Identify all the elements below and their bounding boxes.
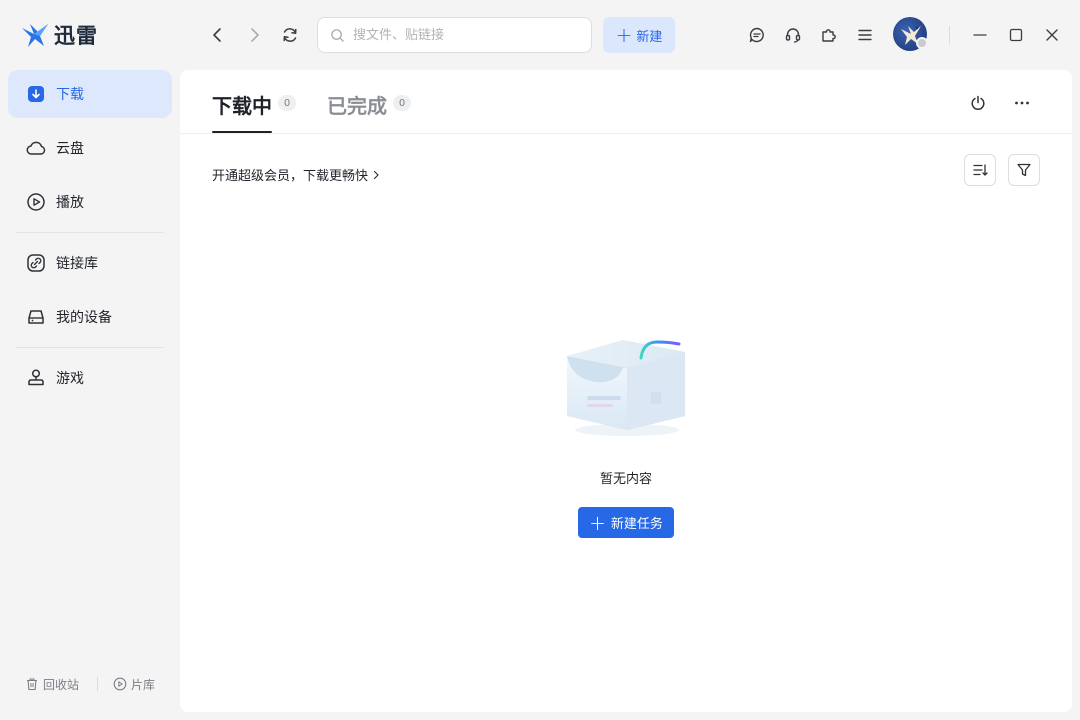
- power-button[interactable]: [967, 92, 989, 114]
- chevron-right-icon: [373, 170, 379, 179]
- top-bar: 迅雷 + 新建: [0, 0, 1080, 70]
- back-button[interactable]: [205, 22, 231, 48]
- tab-label: 下载中: [212, 94, 272, 118]
- tab-count-badge: 0: [278, 95, 296, 111]
- chevron-right-icon: [251, 28, 259, 42]
- search-input[interactable]: [353, 27, 573, 43]
- sidebar-item-cloud[interactable]: 云盘: [8, 124, 172, 172]
- forward-button[interactable]: [241, 22, 267, 48]
- device-drive-icon: [26, 307, 46, 327]
- library-label: 片库: [131, 677, 156, 692]
- filter-button[interactable]: [1008, 154, 1040, 186]
- sidebar-item-download[interactable]: 下载: [8, 70, 172, 118]
- search-box[interactable]: [317, 17, 592, 53]
- tab-label: 已完成: [327, 94, 387, 118]
- active-tab-indicator: [212, 131, 272, 133]
- more-options-button[interactable]: [1011, 92, 1033, 114]
- window-controls-divider: [949, 26, 950, 44]
- app-logo: 迅雷: [20, 20, 98, 50]
- sidebar-item-label: 链接库: [56, 256, 98, 272]
- film-library-icon: [113, 677, 127, 691]
- maximize-button[interactable]: [1005, 24, 1027, 46]
- filter-funnel-icon: [1017, 163, 1031, 177]
- plus-icon: +: [589, 510, 606, 535]
- recycle-bin-link[interactable]: 回收站: [25, 676, 79, 692]
- play-circle-icon: [26, 192, 46, 212]
- refresh-button[interactable]: [277, 22, 303, 48]
- message-button[interactable]: [746, 24, 768, 46]
- main-menu-button[interactable]: [854, 24, 876, 46]
- tab-completed[interactable]: 已完成 0: [327, 90, 411, 134]
- avatar-status-badge: [916, 37, 928, 49]
- sidebar-item-label: 云盘: [56, 141, 84, 157]
- empty-box-illustration-icon: [567, 340, 685, 436]
- plugins-button[interactable]: [818, 24, 840, 46]
- new-button-label: 新建: [636, 29, 663, 45]
- sidebar-item-label: 游戏: [56, 371, 84, 387]
- maximize-icon: [1009, 28, 1023, 42]
- minimize-button[interactable]: [969, 24, 991, 46]
- close-button[interactable]: [1041, 24, 1063, 46]
- app-window: 迅雷 + 新建: [0, 0, 1080, 720]
- minimize-icon: [973, 34, 987, 36]
- headset-icon: [785, 28, 801, 43]
- chat-bubble-icon: [749, 27, 764, 43]
- joystick-icon: [26, 368, 46, 388]
- hamburger-menu-icon: [858, 29, 872, 41]
- sidebar-item-games[interactable]: 游戏: [8, 354, 172, 402]
- sidebar-divider: [16, 232, 164, 233]
- app-name: 迅雷: [54, 24, 98, 48]
- new-task-label: 新建任务: [610, 517, 663, 532]
- more-dots-icon: [1015, 101, 1029, 105]
- sidebar-item-label: 播放: [56, 195, 84, 211]
- trash-icon: [27, 678, 37, 691]
- download-tabs: 下载中 0 已完成 0: [180, 70, 1072, 134]
- sidebar-item-label: 下载: [56, 87, 84, 103]
- power-icon: [971, 95, 985, 111]
- download-icon: [26, 84, 46, 104]
- sidebar: 下载 云盘 播放 链接库 我的设备 游戏 回收站 片库: [0, 70, 180, 720]
- close-icon: [1046, 29, 1058, 41]
- refresh-icon: [283, 28, 297, 42]
- recycle-bin-label: 回收站: [43, 677, 80, 692]
- sidebar-divider: [16, 347, 164, 348]
- sidebar-item-my-devices[interactable]: 我的设备: [8, 293, 172, 341]
- puzzle-icon: [822, 29, 836, 42]
- chevron-left-icon: [213, 28, 221, 42]
- vip-promo-link[interactable]: 开通超级会员，下载更畅快: [212, 165, 381, 184]
- link-icon: [26, 253, 46, 273]
- library-link[interactable]: 片库: [113, 676, 155, 692]
- support-button[interactable]: [782, 24, 804, 46]
- sort-button[interactable]: [964, 154, 996, 186]
- sidebar-item-play[interactable]: 播放: [8, 178, 172, 226]
- sidebar-item-link-library[interactable]: 链接库: [8, 239, 172, 287]
- empty-state-text: 暂无内容: [599, 472, 652, 487]
- thunder-bird-logo-icon: [22, 24, 48, 47]
- tab-downloading[interactable]: 下载中 0: [212, 90, 296, 134]
- search-icon: [331, 28, 344, 42]
- tab-count-badge: 0: [393, 95, 411, 111]
- bottom-divider: [97, 677, 98, 691]
- main-panel: 下载中 0 已完成 0 开通超级会员，下载更畅快 暂无内容 + 新建任务: [180, 70, 1072, 712]
- sort-icon: [973, 164, 988, 176]
- cloud-icon: [26, 138, 46, 158]
- sidebar-item-label: 我的设备: [56, 310, 112, 326]
- new-task-button[interactable]: + 新建任务: [578, 507, 674, 538]
- new-button[interactable]: + 新建: [603, 17, 675, 53]
- plus-icon: +: [615, 23, 633, 47]
- vip-promo-text: 开通超级会员，下载更畅快: [212, 169, 369, 184]
